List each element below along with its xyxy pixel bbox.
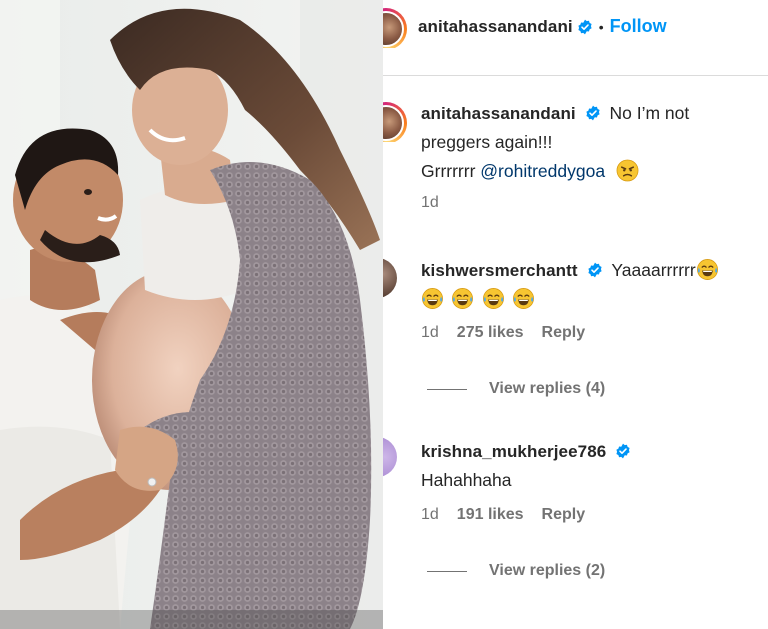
comments-panel: anitahassanandani • Follow anitahassanan… xyxy=(383,0,768,629)
author-avatar[interactable] xyxy=(383,8,409,48)
comment-username[interactable]: kishwersmerchantt xyxy=(421,261,578,280)
comment-text: Hahahhaha xyxy=(421,470,512,490)
caption-username[interactable]: anitahassanandani xyxy=(421,104,576,123)
divider-line xyxy=(427,388,467,390)
commenter-avatar[interactable] xyxy=(383,258,397,298)
tears-of-joy-icon xyxy=(452,288,474,309)
tears-of-joy-icon xyxy=(696,259,718,280)
header-separator: • xyxy=(598,18,604,35)
verified-badge-icon xyxy=(586,105,600,121)
reply-button[interactable]: Reply xyxy=(542,506,586,523)
like-count[interactable]: 275 likes xyxy=(457,324,524,341)
header-username[interactable]: anitahassanandani xyxy=(418,17,573,37)
emoji-row xyxy=(421,287,766,310)
comment-meta: 1d 275 likes Reply xyxy=(421,324,766,342)
tears-of-joy-icon xyxy=(482,288,504,309)
caption: anitahassanandani No I’m not preggers ag… xyxy=(421,99,761,212)
view-replies-button[interactable]: View replies (2) xyxy=(427,562,605,580)
comment-text: Yaaaarrrrrr xyxy=(611,260,696,280)
tears-of-joy-icon xyxy=(513,288,535,309)
view-replies-button[interactable]: View replies (4) xyxy=(427,380,605,398)
commenter-avatar[interactable] xyxy=(383,437,397,477)
comment-item: krishna_mukherjee786 Hahahhaha 1d 191 lik… xyxy=(421,437,766,524)
verified-badge-icon xyxy=(587,262,602,278)
caption-text-line1: No I’m not xyxy=(609,103,690,123)
divider-line xyxy=(427,570,467,572)
caption-time: 1d xyxy=(421,194,439,211)
reply-button[interactable]: Reply xyxy=(542,324,586,341)
verified-badge-icon xyxy=(578,19,592,34)
caption-mention-link[interactable]: @rohitreddygoa xyxy=(480,161,605,181)
comment-meta: 1d 191 likes Reply xyxy=(421,506,766,524)
photo-illustration xyxy=(0,0,383,629)
caption-text-line2: preggers again!!! xyxy=(421,132,553,152)
tears-of-joy-icon xyxy=(422,288,443,309)
post-photo[interactable] xyxy=(0,0,383,629)
verified-badge-icon xyxy=(616,443,630,459)
comment-time: 1d xyxy=(421,506,439,523)
comment-item: kishwersmerchantt Yaaaarrrrrr 1d 275 like… xyxy=(421,256,766,342)
caption-text-line3: Grrrrrrr xyxy=(421,161,481,181)
view-replies-label: View replies (4) xyxy=(489,380,606,397)
comment-username[interactable]: krishna_mukherjee786 xyxy=(421,442,606,461)
angry-face-icon xyxy=(616,159,639,182)
caption-avatar[interactable] xyxy=(383,102,409,142)
view-replies-label: View replies (2) xyxy=(489,562,606,579)
follow-button[interactable]: Follow xyxy=(610,16,667,37)
header-row: anitahassanandani • Follow xyxy=(418,16,667,37)
post-header: anitahassanandani • Follow xyxy=(383,0,768,76)
like-count[interactable]: 191 likes xyxy=(457,506,524,523)
comment-time: 1d xyxy=(421,324,439,341)
